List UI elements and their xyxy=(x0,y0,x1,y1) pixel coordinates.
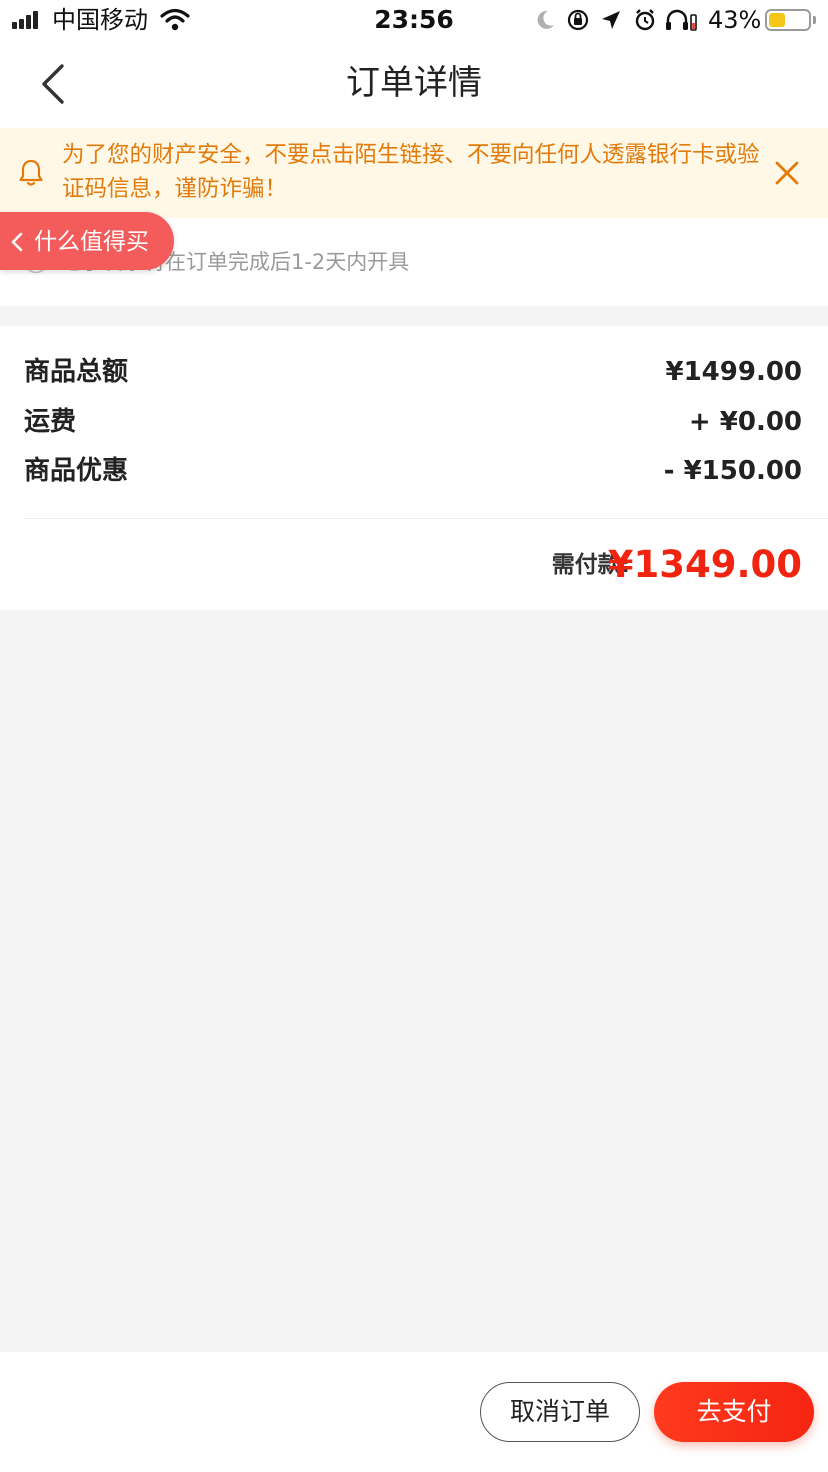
battery-icon xyxy=(765,9,811,31)
discount-value: - ¥150.00 xyxy=(663,456,802,486)
return-app-label[interactable]: 什么值得买 xyxy=(34,226,149,258)
headphones-icon xyxy=(666,9,697,31)
cancel-order-button[interactable]: 取消订单 xyxy=(480,1382,640,1442)
discount-label: 商品优惠 xyxy=(24,456,129,486)
orientation-lock-icon xyxy=(567,9,589,31)
notice-text: 为了您的财产安全，不要点击陌生链接、不要向任何人透露银行卡或验证码信息，谨防诈骗… xyxy=(62,142,760,202)
summary-divider xyxy=(24,518,828,519)
location-icon xyxy=(602,11,620,29)
subtotal-value: ¥1499.00 xyxy=(665,357,802,387)
battery-percent: 43% xyxy=(708,6,762,34)
alarm-icon xyxy=(635,9,655,31)
status-icons xyxy=(537,9,697,31)
pay-button[interactable]: 去支付 xyxy=(654,1382,814,1442)
battery-tip xyxy=(813,16,816,24)
shipping-value: + ¥0.00 xyxy=(688,407,802,437)
close-icon[interactable] xyxy=(772,158,802,188)
subtotal-label: 商品总额 xyxy=(24,357,129,387)
page-title: 订单详情 xyxy=(346,63,482,103)
shipping-label: 运费 xyxy=(24,407,77,437)
amount-due-value: ¥1349.00 xyxy=(607,543,802,586)
battery-level xyxy=(769,13,786,27)
bell-icon xyxy=(19,159,43,186)
status-time: 23:56 xyxy=(374,5,454,34)
moon-icon xyxy=(537,10,554,29)
chevron-left-icon xyxy=(11,232,23,252)
